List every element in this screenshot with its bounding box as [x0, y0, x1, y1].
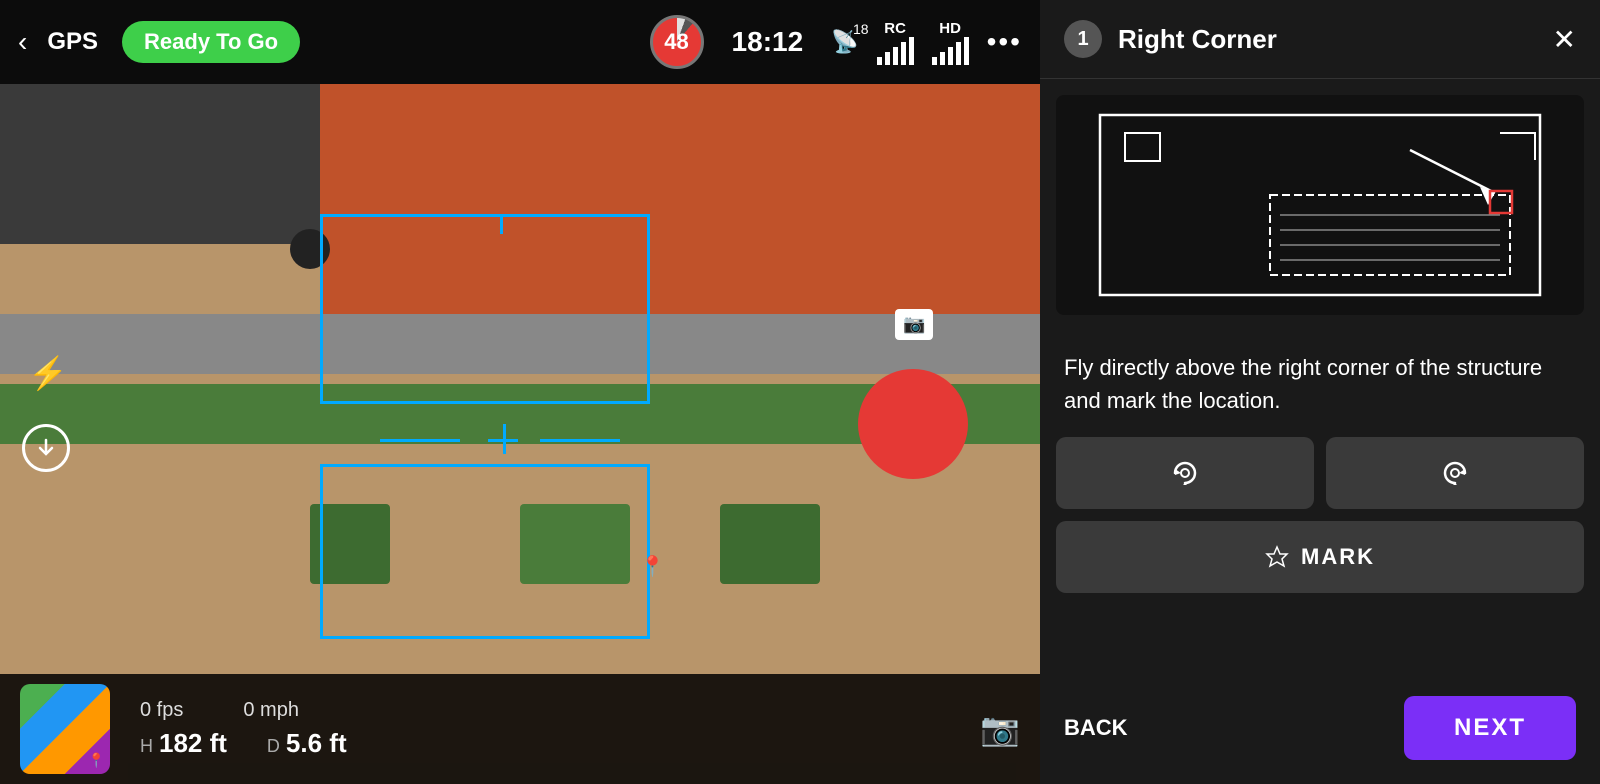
bar4 — [901, 42, 906, 65]
h-label: H — [140, 736, 153, 757]
rotate-right-button[interactable] — [1326, 437, 1584, 509]
rotate-right-icon — [1437, 455, 1473, 491]
mark-label: MARK — [1301, 544, 1375, 570]
step-badge: 1 — [1064, 20, 1102, 58]
dash-left — [380, 439, 460, 442]
rc-signal-group: RC — [877, 20, 914, 65]
back-button[interactable]: ‹ — [18, 26, 27, 58]
close-button[interactable]: ✕ — [1553, 23, 1576, 56]
top-bar: ‹ GPS Ready To Go 48 18:12 📡 18 RC — [0, 0, 1040, 84]
d-label: D — [267, 736, 280, 757]
crosshair-v — [503, 424, 506, 454]
red-dot — [858, 369, 968, 479]
bottom-nav: BACK NEXT — [1040, 696, 1600, 760]
height-stat: H 182 ft — [140, 728, 227, 759]
back-nav-button[interactable]: BACK — [1064, 715, 1128, 741]
rotate-left-icon — [1167, 455, 1203, 491]
camera-icon: 📷 — [895, 309, 933, 340]
next-button[interactable]: NEXT — [1404, 696, 1576, 760]
time-display: 18:12 — [732, 26, 804, 58]
camera-shutter-button[interactable]: 📷 — [980, 710, 1020, 748]
more-options-button[interactable]: ••• — [987, 26, 1022, 58]
fps-value: 0 fps — [140, 699, 183, 722]
hd-signal-group: HD — [932, 20, 969, 65]
lightning-icon[interactable]: ⚡ — [28, 354, 68, 392]
right-panel: 1 Right Corner ✕ — [1040, 0, 1600, 784]
satellite-icon: 📡 18 — [831, 29, 858, 55]
bar1 — [877, 57, 882, 65]
satellite-count: 18 — [853, 21, 869, 37]
selection-rect-1 — [320, 214, 650, 404]
gps-label: GPS — [47, 28, 98, 56]
bottom-bar: 📍 0 fps 0 mph H 182 ft D 5.6 ft — [0, 674, 1040, 784]
rc-label: RC — [884, 20, 906, 37]
ready-badge: Ready To Go — [122, 21, 300, 63]
hd-bar2 — [940, 52, 945, 65]
hd-bar4 — [956, 42, 961, 65]
bar5 — [909, 37, 914, 65]
panel-title: Right Corner — [1118, 24, 1537, 55]
bar3 — [893, 47, 898, 65]
instruction-diagram — [1056, 95, 1584, 315]
map-thumbnail[interactable]: 📍 — [20, 684, 110, 774]
fps-mph-stats: 0 fps 0 mph H 182 ft D 5.6 ft — [140, 699, 347, 759]
hd-bar1 — [932, 57, 937, 65]
landing-icon[interactable] — [22, 424, 70, 472]
hd-bar3 — [948, 47, 953, 65]
top-handle-1 — [400, 214, 480, 217]
hd-signal-bars — [932, 37, 969, 65]
action-buttons-row — [1040, 437, 1600, 509]
camera-view: ‹ GPS Ready To Go 48 18:12 📡 18 RC — [0, 0, 1040, 784]
dark-roof-area — [0, 84, 320, 244]
panel-header: 1 Right Corner ✕ — [1040, 0, 1600, 79]
hd-bar5 — [964, 37, 969, 65]
rc-signal-bars — [877, 37, 914, 65]
hd-label: HD — [939, 20, 961, 37]
diagram-svg — [1056, 95, 1584, 315]
mark-icon — [1265, 545, 1289, 569]
instruction-text: Fly directly above the right corner of t… — [1040, 331, 1600, 437]
status-icons: 📡 18 RC HD — [831, 20, 1022, 65]
mph-value: 0 mph — [243, 699, 299, 722]
battery-indicator: 48 — [650, 15, 704, 69]
distance-stat: D 5.6 ft — [267, 728, 347, 759]
d-value: 5.6 ft — [286, 728, 347, 759]
top-handle-v — [500, 214, 503, 234]
grass-patch-3 — [720, 504, 820, 584]
map-pin: 📍 — [640, 554, 665, 579]
selection-rect-2 — [320, 464, 650, 639]
battery-value: 48 — [664, 29, 688, 55]
bar2 — [885, 52, 890, 65]
dash-right — [540, 439, 620, 442]
mark-button[interactable]: MARK — [1056, 521, 1584, 593]
h-value: 182 ft — [159, 728, 227, 759]
rotate-left-button[interactable] — [1056, 437, 1314, 509]
